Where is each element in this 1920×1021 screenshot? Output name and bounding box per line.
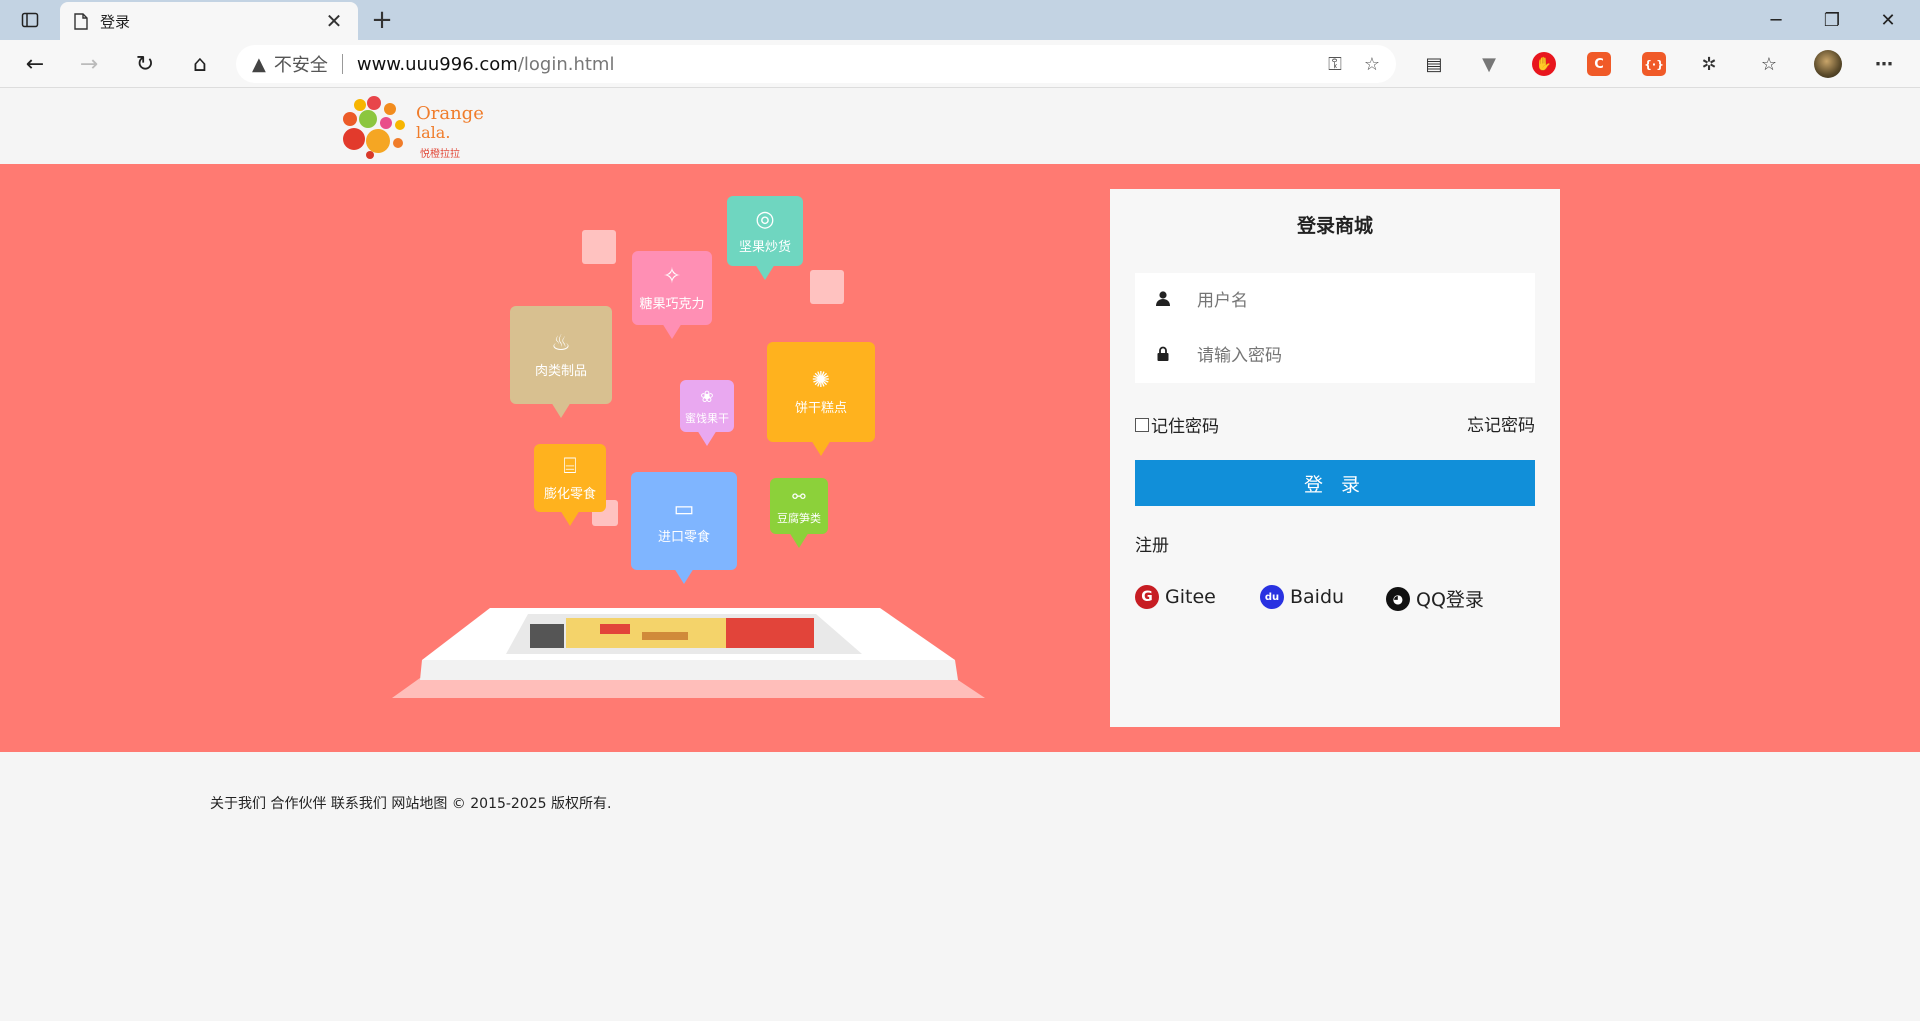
site-footer: 关于我们 合作伙伴 联系我们 网站地图 © 2015-2025 版权所有. — [210, 796, 612, 812]
category-bubble-candy: ✧ 糖果巧克力 — [632, 251, 712, 339]
logo-text-line3: 悦橙拉拉 — [420, 149, 460, 160]
warning-icon: ▲ — [252, 53, 266, 75]
username-field[interactable] — [1135, 273, 1535, 328]
forgot-password-link[interactable]: 忘记密码 — [1467, 411, 1535, 436]
tab-actions-icon[interactable] — [18, 8, 42, 32]
lock-icon — [1153, 346, 1173, 365]
category-bubble-meat: ♨ 肉类制品 — [510, 306, 612, 418]
remember-password[interactable]: 记住密码 — [1135, 412, 1219, 437]
category-bubble-tofu: ⚯ 豆腐笋类 — [770, 478, 828, 548]
tofu-icon: ⚯ — [792, 486, 806, 506]
logo-text-line2: lala. — [416, 123, 451, 142]
category-bubble-dried-fruit: ❀ 蜜饯果干 — [680, 380, 734, 446]
window-close-icon[interactable]: ✕ — [1860, 0, 1916, 40]
browser-tab[interactable]: 登录 ✕ — [60, 2, 358, 40]
security-status: 不安全 — [273, 55, 328, 76]
user-icon — [1153, 291, 1173, 310]
site-logo[interactable]: Orange lala. 悦橙拉拉 — [340, 95, 490, 161]
back-icon[interactable]: ← — [18, 48, 52, 80]
import-icon: ▭ — [673, 497, 695, 522]
forward-icon[interactable]: → — [72, 48, 106, 80]
qq-login[interactable]: ◕ QQ登录 — [1386, 585, 1484, 612]
category-illustration: ◎ 坚果炒货 ✧ 糖果巧克力 ♨ 肉类制品 ❀ 蜜饯果干 ✺ 饼干糕点 ⌸ 膨化… — [380, 184, 1000, 704]
more-menu-icon[interactable]: ⋯ — [1872, 52, 1896, 76]
new-tab-icon[interactable]: + — [368, 5, 396, 35]
drumstick-icon: ♨ — [551, 331, 571, 356]
home-icon[interactable]: ⌂ — [183, 48, 217, 80]
fruit-icon: ❀ — [700, 386, 714, 406]
decor-square — [810, 270, 844, 304]
nut-icon: ◎ — [755, 207, 775, 232]
address-bar[interactable]: ▲ 不安全 www.uuu996.com/login.html ⚿ ☆ — [236, 45, 1396, 83]
category-bubble-puffed-snacks: ⌸ 膨化零食 — [534, 444, 606, 526]
json-extension-icon[interactable]: {·} — [1642, 52, 1666, 76]
qq-icon: ◕ — [1386, 586, 1410, 611]
page-icon — [74, 12, 88, 30]
decor-square — [582, 230, 616, 264]
logo-text-line1: Orange — [416, 103, 484, 124]
extensions-icon[interactable]: ✲ — [1697, 52, 1721, 76]
favorite-add-icon[interactable]: ☆ — [1364, 54, 1380, 75]
password-input[interactable] — [1197, 345, 1517, 366]
url-path: /login.html — [517, 53, 615, 75]
login-panel: 登录商城 记住密码 忘记密码 登 录 注册 G Gitee du Baidu — [1110, 189, 1560, 727]
key-icon[interactable]: ⚿ — [1328, 54, 1342, 75]
favorites-icon[interactable]: ☆ — [1757, 52, 1781, 76]
profile-avatar[interactable] — [1814, 50, 1842, 78]
login-button[interactable]: 登 录 — [1135, 460, 1535, 506]
remember-label: 记住密码 — [1151, 417, 1219, 437]
register-link[interactable]: 注册 — [1135, 531, 1169, 556]
refresh-icon[interactable]: ↻ — [128, 48, 162, 80]
vue-devtools-icon[interactable]: ▼ — [1477, 52, 1501, 76]
gitee-login[interactable]: G Gitee — [1135, 585, 1216, 609]
login-title: 登录商城 — [1296, 215, 1373, 237]
url-host: www.uuu996.com — [356, 53, 518, 75]
baidu-login[interactable]: du Baidu — [1260, 585, 1344, 609]
logo-dots-icon — [343, 96, 405, 159]
site-header: Orange lala. 悦橙拉拉 — [0, 89, 1920, 164]
csdn-extension-icon[interactable]: C — [1587, 52, 1611, 76]
tab-close-icon[interactable]: ✕ — [324, 9, 344, 33]
tablet-illustration — [392, 608, 985, 698]
url-divider — [341, 54, 343, 74]
category-bubble-nuts: ◎ 坚果炒货 — [727, 196, 803, 280]
collections-icon[interactable]: ▤ — [1422, 52, 1446, 76]
cookie-icon: ✺ — [811, 368, 831, 393]
minimize-icon[interactable]: ─ — [1748, 0, 1804, 40]
username-input[interactable] — [1197, 290, 1517, 311]
adblock-icon[interactable]: ✋ — [1532, 52, 1556, 76]
category-bubble-imported: ▭ 进口零食 — [631, 472, 737, 584]
restore-icon[interactable]: ❐ — [1804, 0, 1860, 40]
candy-icon: ✧ — [662, 264, 682, 289]
baidu-icon: du — [1260, 585, 1284, 609]
category-bubble-cookies: ✺ 饼干糕点 — [767, 342, 875, 456]
browser-toolbar: ← → ↻ ⌂ ▲ 不安全 www.uuu996.com/login.html … — [0, 40, 1920, 88]
gitee-icon: G — [1135, 585, 1159, 609]
remember-checkbox[interactable] — [1135, 417, 1149, 432]
password-field[interactable] — [1135, 328, 1535, 383]
tab-title: 登录 — [100, 12, 131, 31]
browser-tab-bar: 登录 ✕ + ─ ❐ ✕ — [0, 0, 1920, 40]
snack-icon: ⌸ — [563, 454, 577, 479]
login-banner: ◎ 坚果炒货 ✧ 糖果巧克力 ♨ 肉类制品 ❀ 蜜饯果干 ✺ 饼干糕点 ⌸ 膨化… — [0, 164, 1920, 752]
